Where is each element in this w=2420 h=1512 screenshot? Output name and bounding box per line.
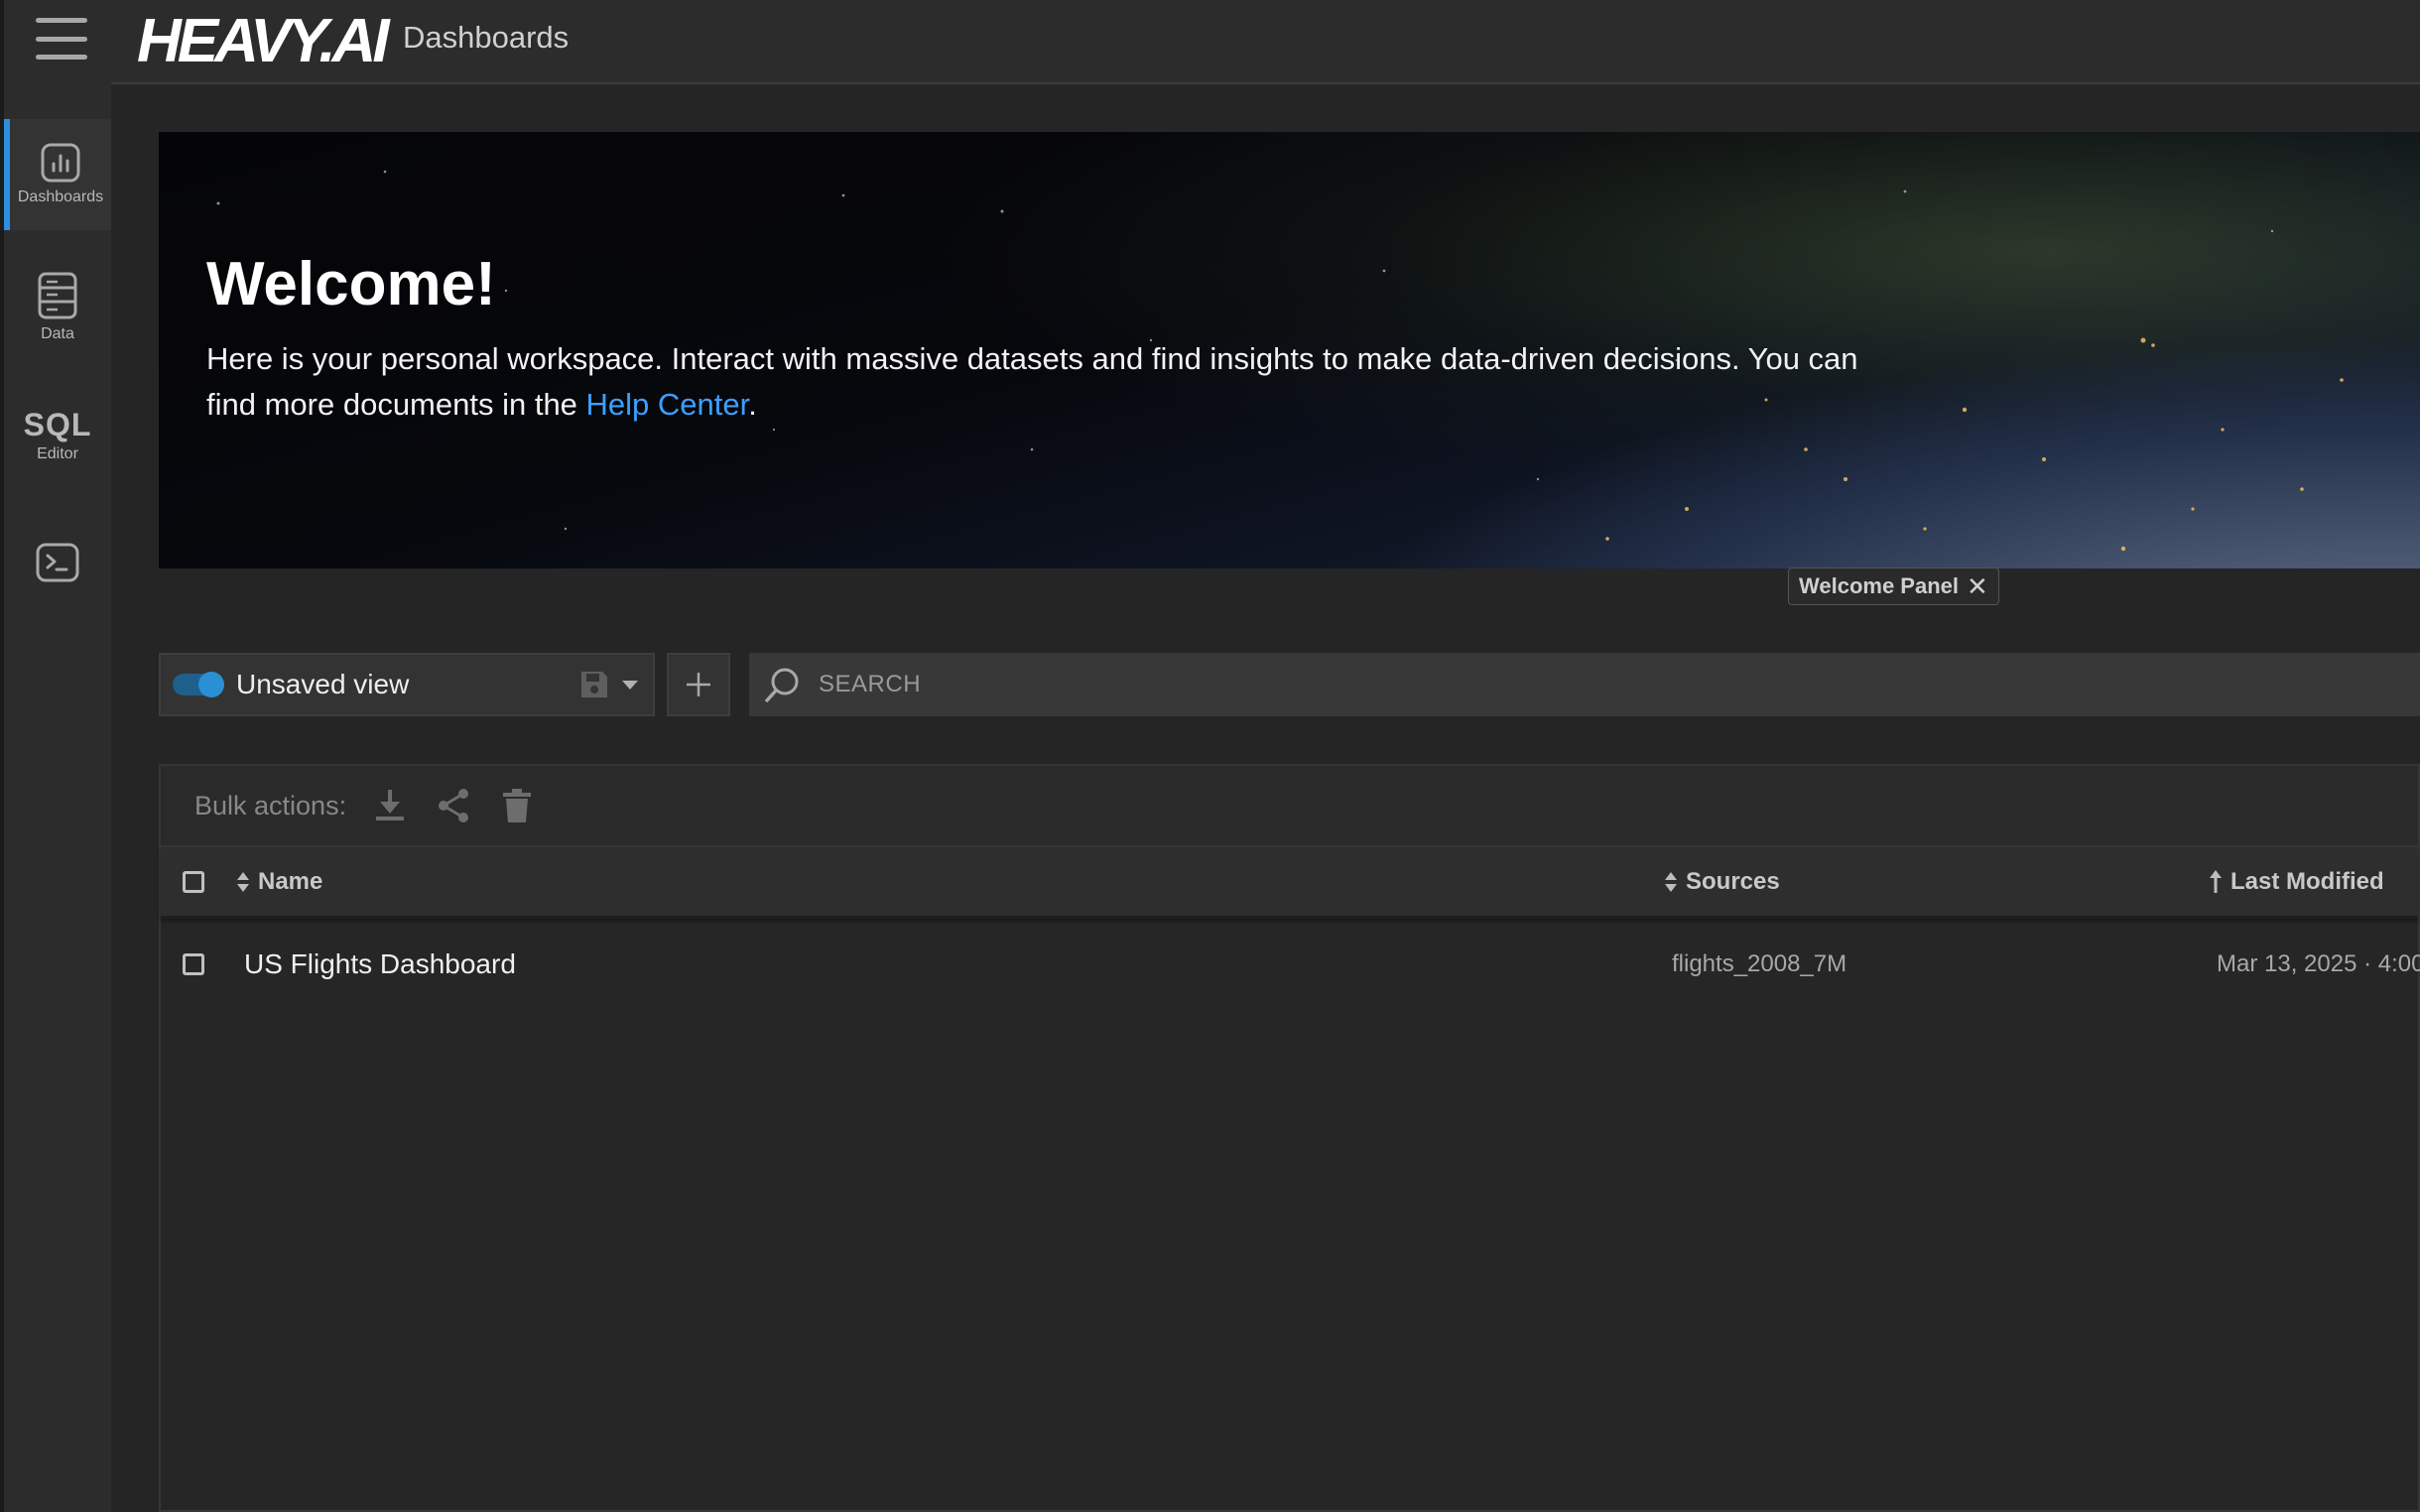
add-view-button[interactable] — [667, 653, 730, 716]
welcome-panel-tag: Welcome Panel ✕ — [1788, 567, 1999, 605]
nav-item-sql-editor[interactable]: SQL Editor — [4, 407, 111, 463]
database-icon — [38, 272, 77, 319]
heavyai-logo[interactable]: HEAVY.AI — [137, 6, 390, 76]
column-last-modified-label: Last Modified — [2230, 867, 2384, 895]
left-nav-rail: Dashboards Data SQL Editor — [0, 0, 111, 1512]
welcome-banner: Welcome! Here is your personal workspace… — [159, 132, 2420, 568]
nav-item-sql-editor-label: Editor — [37, 445, 78, 462]
dashboard-name[interactable]: US Flights Dashboard — [244, 948, 516, 980]
close-icon[interactable]: ✕ — [1967, 571, 1988, 602]
welcome-title: Welcome! — [206, 250, 496, 318]
view-toggle[interactable] — [173, 672, 224, 697]
hamburger-menu-icon[interactable] — [36, 18, 87, 60]
download-icon[interactable] — [370, 786, 410, 825]
nav-item-dashboards-label: Dashboards — [17, 189, 104, 205]
sql-icon: SQL — [23, 407, 92, 442]
view-selector-label: Unsaved view — [236, 669, 410, 699]
welcome-description-text: Here is your personal workspace. Interac… — [206, 341, 1858, 422]
select-all-checkbox[interactable] — [183, 870, 204, 893]
trash-icon[interactable] — [497, 786, 537, 825]
search-input[interactable] — [817, 670, 2305, 699]
arrow-up-icon — [2210, 869, 2222, 893]
table-row[interactable]: US Flights Dashboard flights_2008_7M Mar… — [161, 919, 2420, 1010]
share-icon[interactable] — [434, 786, 473, 825]
sort-both-icon — [237, 871, 249, 892]
bulk-actions-label: Bulk actions: — [194, 790, 347, 820]
terminal-icon — [36, 543, 79, 582]
welcome-panel-label: Welcome Panel — [1799, 573, 1959, 598]
save-icon[interactable] — [577, 668, 611, 701]
nav-item-terminal[interactable] — [4, 543, 111, 582]
page-title: Dashboards — [403, 20, 570, 55]
column-name-label: Name — [258, 867, 323, 895]
column-header-sources[interactable]: Sources — [1664, 868, 1780, 896]
row-checkbox[interactable] — [183, 953, 204, 975]
column-header-last-modified[interactable]: Last Modified — [2209, 868, 2384, 896]
search-icon — [765, 668, 799, 702]
chart-icon — [41, 143, 80, 183]
dashboard-source: flights_2008_7M — [1672, 950, 1847, 977]
dashboard-last-modified: Mar 13, 2025 · 4:00 — [2217, 950, 2420, 977]
nav-item-dashboards[interactable]: Dashboards — [4, 119, 111, 230]
welcome-description: Here is your personal workspace. Interac… — [206, 336, 1913, 428]
sort-both-icon — [1665, 871, 1677, 892]
column-sources-label: Sources — [1686, 867, 1780, 895]
welcome-description-period: . — [748, 387, 757, 422]
nav-item-data[interactable]: Data — [4, 272, 111, 343]
chevron-down-icon[interactable] — [619, 674, 641, 695]
view-selector[interactable]: Unsaved view — [159, 653, 655, 716]
table-header: Name Sources Last Modified — [161, 847, 2418, 919]
help-center-link[interactable]: Help Center — [586, 387, 749, 422]
dashboards-table-panel: Bulk actions: Name Sources Last Modified… — [159, 764, 2420, 1512]
plus-icon — [687, 673, 710, 696]
search-bar — [749, 653, 2420, 716]
top-bar: HEAVY.AI Dashboards — [111, 0, 2420, 84]
column-header-name[interactable]: Name — [236, 868, 322, 896]
bulk-actions-bar: Bulk actions: — [161, 766, 2418, 847]
nav-item-data-label: Data — [41, 325, 74, 342]
